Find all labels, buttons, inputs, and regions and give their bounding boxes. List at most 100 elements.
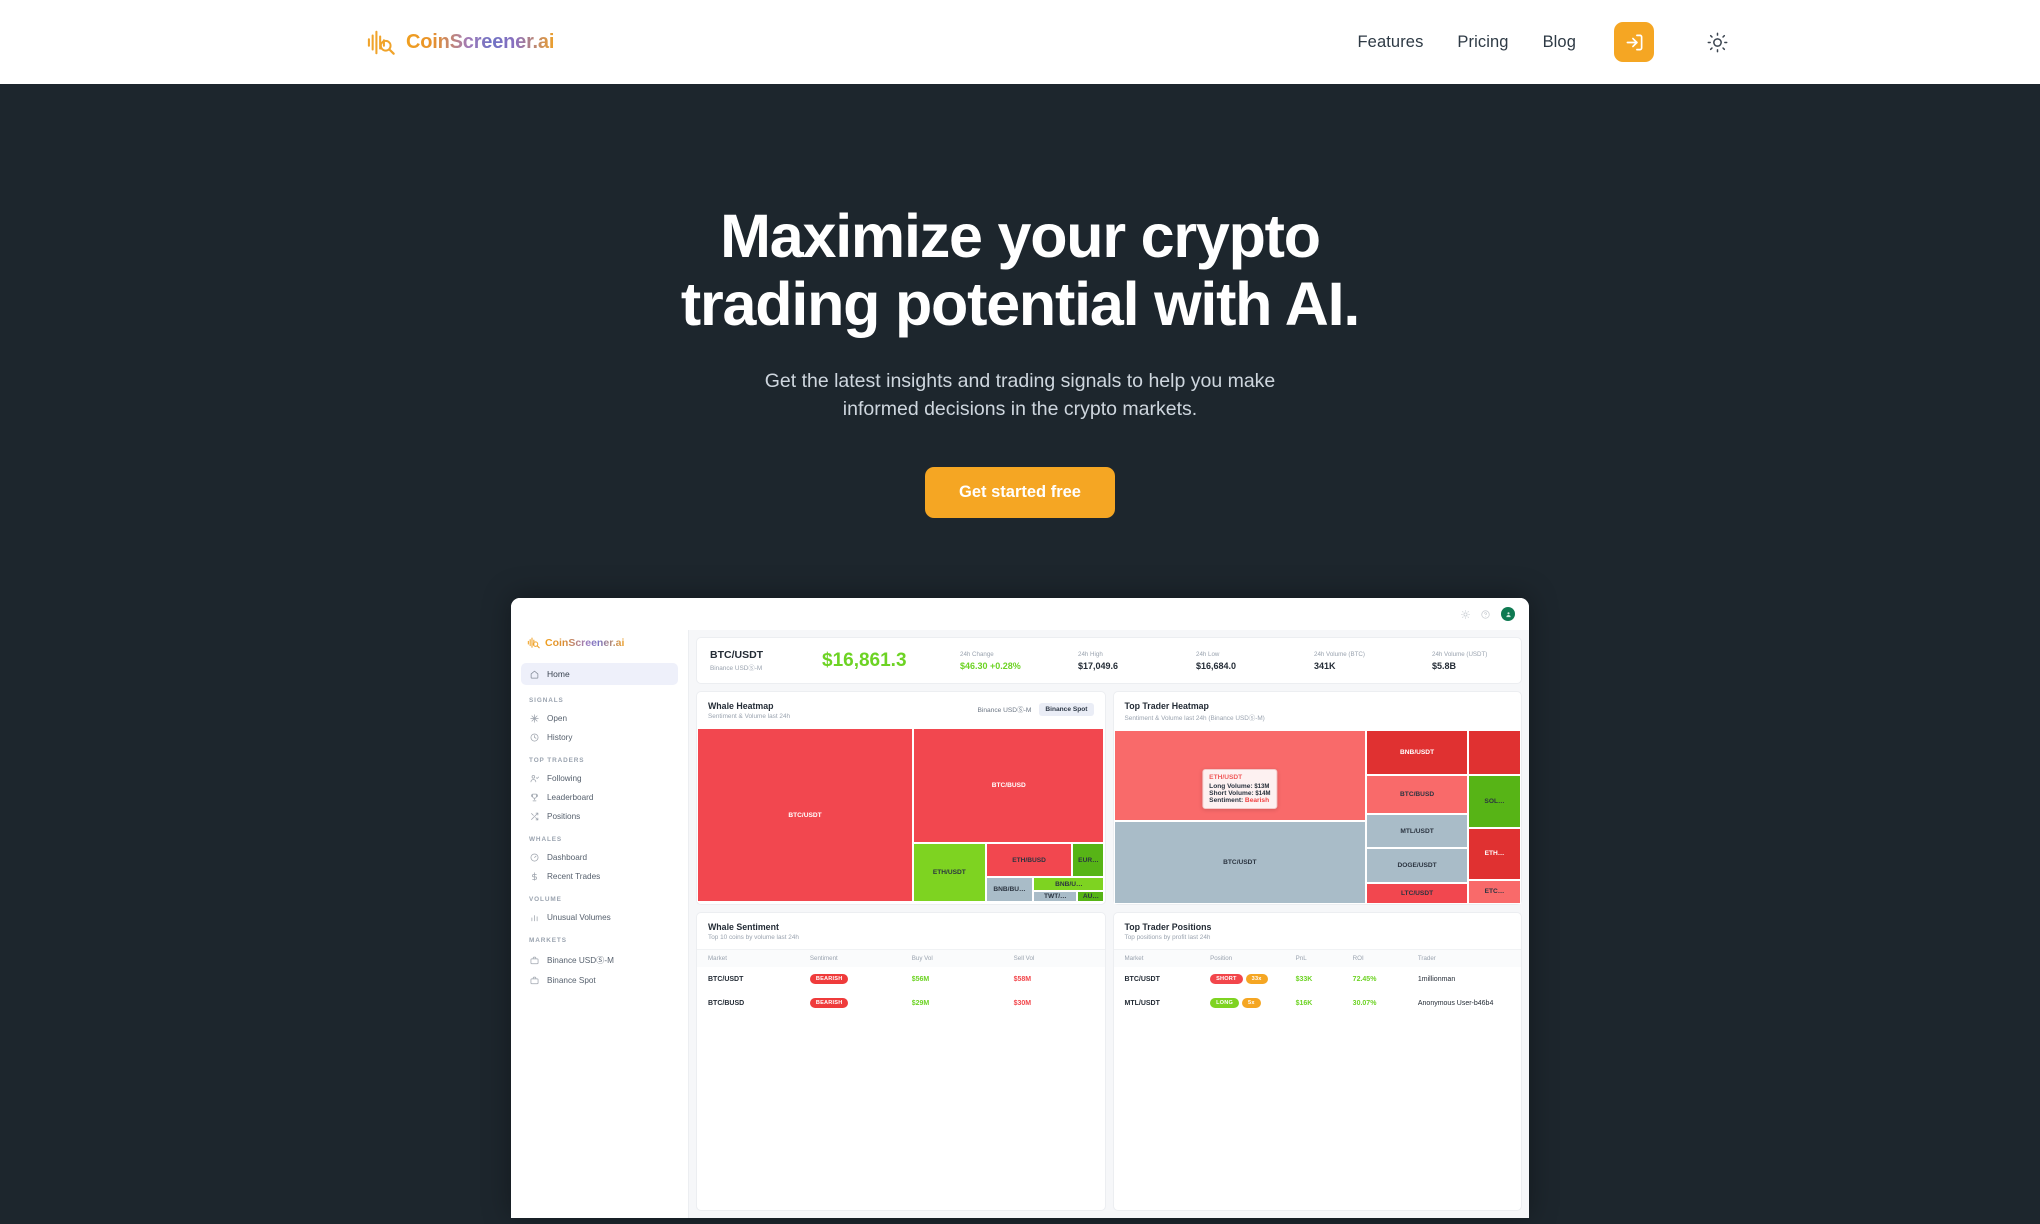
ticker-bar: BTC/USDT Binance USDⓈ-M $16,861.3 24h Ch… xyxy=(696,637,1522,685)
trader-heatmap-title: Top Trader Heatmap xyxy=(1124,701,1209,712)
heatmap-tile[interactable]: TWT/… xyxy=(1033,890,1078,903)
tile-label: ETH… xyxy=(1484,850,1505,858)
tooltip-pair: ETH/USDT xyxy=(1209,774,1243,782)
nav-link-features[interactable]: Features xyxy=(1358,33,1424,52)
whale-sentiment-table: Market Sentiment Buy Vol Sell Vol BTC/US… xyxy=(697,949,1105,1015)
stat-value: $17,049.6 xyxy=(1078,660,1119,671)
column-sell-vol: Sell Vol xyxy=(1002,949,1105,968)
cell-roi: 30.07% xyxy=(1352,999,1377,1007)
heatmap-tile[interactable]: BNB/BU… xyxy=(985,877,1034,903)
gauge-icon xyxy=(530,853,539,862)
whale-sentiment-card: Whale Sentiment Top 10 coins by volume l… xyxy=(696,912,1106,1212)
ticker-stat-24h-low: 24h Low $16,684.0 xyxy=(1196,651,1314,671)
leverage-badge: 5x xyxy=(1242,998,1261,1009)
ticker-pair: BTC/USDT Binance USDⓈ-M xyxy=(710,649,822,672)
ticker-stat-24h-change: 24h Change $46.30 +0.28% xyxy=(960,651,1078,671)
table-row[interactable]: BTC/BUSD BEARISH $29M $30M xyxy=(697,991,1105,1015)
help-icon[interactable] xyxy=(1481,610,1490,619)
dashboard-sidebar: CoinScreener.ai Home SIGNALS Open Histor… xyxy=(511,630,689,1219)
heatmap-tile[interactable]: SOL… xyxy=(1468,775,1521,828)
dashboard-body: CoinScreener.ai Home SIGNALS Open Histor… xyxy=(511,630,1529,1219)
sidebar-item-following[interactable]: Following xyxy=(521,769,678,788)
avatar[interactable] xyxy=(1501,607,1515,622)
heatmap-tile[interactable]: ETH… xyxy=(1468,827,1521,880)
status-badge: BEARISH xyxy=(809,974,849,985)
heatmap-tile[interactable]: LTC/USDT xyxy=(1366,883,1469,905)
cell-sentiment: BEARISH xyxy=(799,991,901,1015)
heatmap-tile[interactable]: ETH/USDT xyxy=(912,842,986,903)
cell-sentiment: BEARISH xyxy=(799,967,901,991)
stat-label: 24h High xyxy=(1078,650,1103,658)
nav-link-blog[interactable]: Blog xyxy=(1543,33,1576,52)
sparkle-icon xyxy=(530,714,539,723)
heatmap-tile[interactable]: ETH/BUSD xyxy=(985,842,1073,878)
sidebar-brand-name: CoinScreener.ai xyxy=(545,636,625,649)
sun-icon[interactable] xyxy=(1461,609,1470,619)
sidebar-item-leaderboard[interactable]: Leaderboard xyxy=(521,788,678,807)
tile-label: BTC/BUSD xyxy=(991,782,1026,790)
sidebar-item-recent-trades[interactable]: Recent Trades xyxy=(521,867,678,886)
trader-positions-table: Market Position PnL ROI Trader BTC/USDT … xyxy=(1113,949,1522,1015)
sidebar-group-volume: VOLUME xyxy=(529,896,562,904)
tile-label: BTC/USDT xyxy=(1223,858,1257,866)
trader-positions-card: Top Trader Positions Top positions by pr… xyxy=(1112,912,1522,1212)
trader-positions-header: Top Trader Positions Top positions by pr… xyxy=(1114,913,1522,949)
heatmap-tile[interactable]: BTC/BUSD xyxy=(1366,775,1469,814)
ticker-pair-name: BTC/USDT xyxy=(710,649,764,662)
heatmap-tile[interactable]: EUR… xyxy=(1072,842,1105,878)
stat-value: $5.8B xyxy=(1432,660,1457,671)
whale-heatmap-card: Whale Heatmap Sentiment & Volume last 24… xyxy=(696,691,1106,906)
heatmap-tile[interactable]: BNB/USDT xyxy=(1366,730,1469,776)
heatmap-tile[interactable]: ETH/USDT Long Volume: $13M Short Volume:… xyxy=(1113,730,1367,821)
sidebar-brand[interactable]: CoinScreener.ai xyxy=(521,630,678,663)
sidebar-item-home[interactable]: Home xyxy=(521,663,678,686)
sidebar-item-positions[interactable]: Positions xyxy=(521,807,678,826)
tile-label: AU… xyxy=(1082,893,1099,901)
table-row[interactable]: BTC/USDT SHORT 33x $33K 72.45% 1millionma… xyxy=(1114,967,1522,991)
heatmap-tile[interactable]: BNB/USDT xyxy=(1468,730,1521,776)
sidebar-item-unusual-volumes[interactable]: Unusual Volumes xyxy=(521,908,678,927)
tooltip-sentiment-value: Bearish xyxy=(1244,797,1270,805)
whale-heatmap-treemap: BTC/USDT BTC/BUSD ETH/USDT ETH/BUSD EUR…… xyxy=(697,728,1105,903)
sidebar-item-positions-label: Positions xyxy=(547,812,581,822)
sidebar-item-open[interactable]: Open xyxy=(521,709,678,728)
stat-label: 24h Change xyxy=(960,650,994,658)
heatmap-tile[interactable]: BTC/USDT xyxy=(697,728,913,903)
theme-toggle-button[interactable] xyxy=(1700,25,1734,59)
stat-label: 24h Volume (USDT) xyxy=(1432,650,1488,658)
segment-binance-spot[interactable]: Binance Spot xyxy=(1039,702,1094,716)
table-row[interactable]: MTL/USDT LONG 5x $16K 30.07% Anonymous Us… xyxy=(1114,991,1522,1015)
get-started-button[interactable]: Get started free xyxy=(925,467,1115,519)
tile-label: TWT/… xyxy=(1043,893,1067,901)
column-buy-vol: Buy Vol xyxy=(900,949,1003,968)
sidebar-item-home-label: Home xyxy=(547,669,570,680)
heatmap-tile[interactable]: DOGE/USDT xyxy=(1366,848,1469,884)
cell-market: MTL/USDT xyxy=(1124,999,1160,1007)
sidebar-item-history[interactable]: History xyxy=(521,728,678,747)
home-icon xyxy=(530,670,539,679)
table-row[interactable]: BTC/USDT BEARISH $56M $58M xyxy=(697,967,1105,991)
stat-value: $16,684.0 xyxy=(1196,660,1237,671)
whale-sentiment-header: Whale Sentiment Top 10 coins by volume l… xyxy=(697,913,1105,949)
segment-binance-usdm[interactable]: Binance USDⓈ-M xyxy=(971,701,1037,717)
tooltip-long-volume: Long Volume: $13M xyxy=(1209,783,1270,790)
user-icon xyxy=(1505,611,1511,617)
brand-logo-group[interactable]: CoinScreener.ai xyxy=(366,27,554,57)
heatmap-tile[interactable]: MTL/USDT xyxy=(1366,813,1469,849)
sidebar-item-binance-spot[interactable]: Binance Spot xyxy=(521,971,678,990)
heatmap-tile[interactable]: ETC… xyxy=(1468,879,1521,905)
cell-market: BTC/USDT xyxy=(1124,975,1160,983)
heatmap-tile[interactable]: BNB/U… xyxy=(1033,877,1105,891)
login-button[interactable] xyxy=(1614,22,1654,62)
sidebar-item-dashboard-label: Dashboard xyxy=(547,853,588,863)
stat-value: $46.30 +0.28% xyxy=(960,660,1021,671)
nav-link-pricing[interactable]: Pricing xyxy=(1457,33,1508,52)
heatmap-tile[interactable]: BTC/BUSD xyxy=(912,728,1105,843)
heatmap-tile[interactable]: AU… xyxy=(1077,890,1105,903)
whale-sentiment-subtitle: Top 10 coins by volume last 24h xyxy=(708,934,799,942)
heatmap-tile[interactable]: BTC/USDT xyxy=(1113,820,1367,905)
tile-label: BNB/USDT xyxy=(1400,749,1435,757)
top-navigation-bar: CoinScreener.ai Features Pricing Blog xyxy=(0,0,2040,84)
sidebar-item-dashboard[interactable]: Dashboard xyxy=(521,848,678,867)
sidebar-item-binance-usdm[interactable]: Binance USDⓈ-M xyxy=(521,949,678,971)
